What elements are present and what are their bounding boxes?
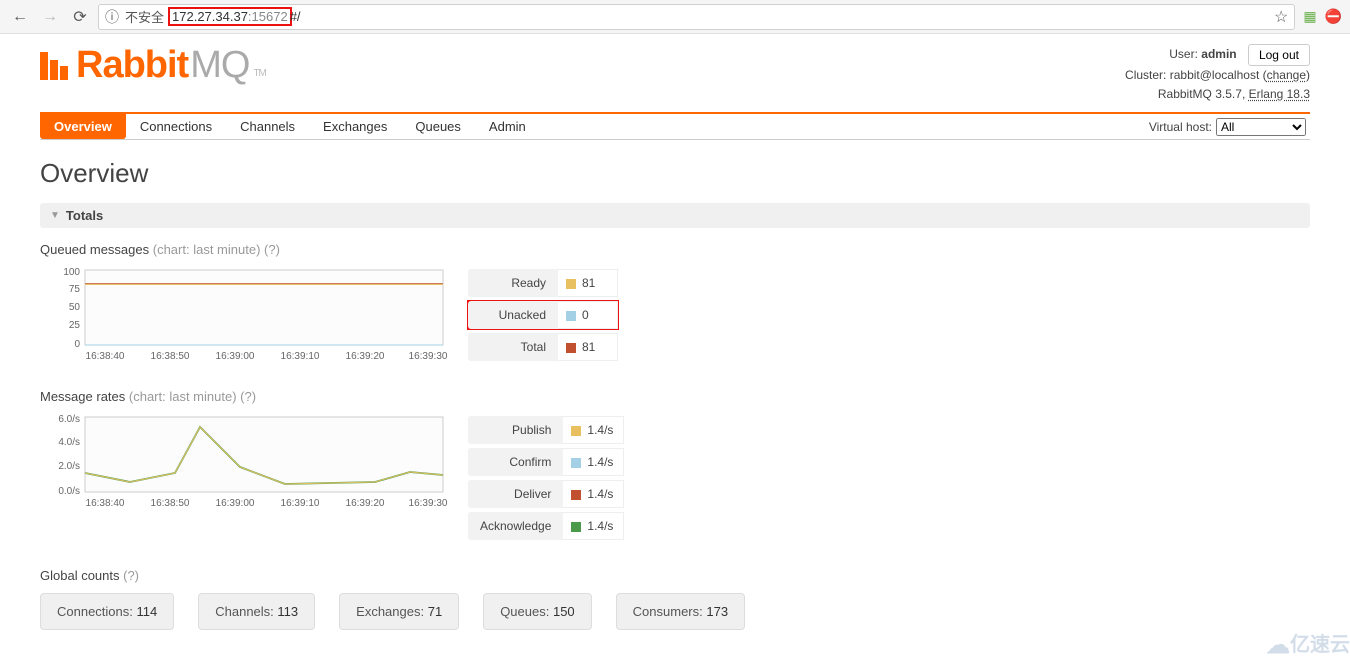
count-exchanges[interactable]: Exchanges: 71 (339, 593, 459, 630)
svg-text:16:38:40: 16:38:40 (86, 351, 125, 362)
queued-legend: Ready 81 Unacked 0 Total 81 (468, 265, 618, 365)
tab-admin[interactable]: Admin (475, 114, 540, 139)
swatch-icon (571, 522, 581, 532)
svg-text:16:39:10: 16:39:10 (281, 498, 320, 509)
svg-text:50: 50 (69, 302, 81, 313)
svg-text:16:39:00: 16:39:00 (216, 498, 255, 509)
svg-text:16:39:00: 16:39:00 (216, 351, 255, 362)
svg-text:75: 75 (69, 284, 81, 295)
swatch-icon (566, 343, 576, 353)
extension-icon[interactable]: ▦ (1303, 8, 1316, 25)
global-counts-heading: Global counts (?) (40, 568, 1310, 583)
legend-deliver[interactable]: Deliver 1.4/s (468, 480, 624, 508)
swatch-icon (571, 426, 581, 436)
message-rates-chart: 6.0/s 4.0/s 2.0/s 0.0/s 16:38:40 16:38:5… (40, 412, 450, 512)
svg-text:16:39:20: 16:39:20 (346, 498, 385, 509)
tab-channels[interactable]: Channels (226, 114, 309, 139)
legend-acknowledge[interactable]: Acknowledge 1.4/s (468, 512, 624, 540)
forward-button[interactable]: → (38, 5, 62, 29)
browser-toolbar: ← → ⟳ ⓘ 不安全 172.27.34.37:15672 #/ ☆ ▦ ⛔ (0, 0, 1350, 34)
swatch-icon (566, 279, 576, 289)
swatch-icon (566, 311, 576, 321)
legend-confirm[interactable]: Confirm 1.4/s (468, 448, 624, 476)
svg-text:2.0/s: 2.0/s (58, 461, 80, 472)
message-rates-heading: Message rates (chart: last minute) (?) (40, 389, 1310, 404)
svg-text:100: 100 (63, 267, 80, 278)
logo-mark-icon (40, 52, 68, 80)
header-info: User: admin Log out Cluster: rabbit@loca… (1125, 44, 1310, 104)
adblock-icon[interactable]: ⛔ (1325, 8, 1342, 25)
insecure-label: 不安全 (125, 7, 164, 26)
rabbitmq-logo: RabbitMQ TM (40, 44, 266, 87)
svg-text:16:39:30: 16:39:30 (409, 498, 448, 509)
count-queues[interactable]: Queues: 150 (483, 593, 591, 630)
help-icon[interactable]: (?) (123, 568, 139, 583)
chevron-down-icon: ▼ (50, 210, 60, 221)
page-title: Overview (40, 158, 1310, 189)
vhost-label: Virtual host: (1149, 120, 1212, 134)
cloud-icon: ☁ (1266, 632, 1290, 659)
count-consumers[interactable]: Consumers: 173 (616, 593, 745, 630)
tab-connections[interactable]: Connections (126, 114, 226, 139)
cluster-name: rabbit@localhost (1170, 68, 1260, 82)
help-icon[interactable]: (?) (240, 389, 256, 404)
current-user: admin (1201, 47, 1236, 61)
count-channels[interactable]: Channels: 113 (198, 593, 315, 630)
svg-text:16:38:50: 16:38:50 (151, 351, 190, 362)
site-info-icon[interactable]: ⓘ (105, 7, 119, 27)
rabbitmq-version: 3.5.7 (1215, 87, 1242, 101)
queued-messages-heading: Queued messages (chart: last minute) (?) (40, 242, 1310, 257)
watermark: ☁亿速云 (1266, 628, 1350, 660)
svg-text:16:39:30: 16:39:30 (409, 351, 448, 362)
legend-total[interactable]: Total 81 (468, 333, 618, 361)
help-icon[interactable]: (?) (264, 242, 280, 257)
section-totals-toggle[interactable]: ▼ Totals (40, 203, 1310, 228)
svg-text:25: 25 (69, 320, 81, 331)
queued-messages-chart: 100 75 50 25 0 16:38:40 16:38:50 16:39:0… (40, 265, 450, 365)
logout-button[interactable]: Log out (1248, 44, 1310, 66)
svg-text:16:38:40: 16:38:40 (86, 498, 125, 509)
change-cluster-link[interactable]: change (1267, 68, 1306, 82)
back-button[interactable]: ← (8, 5, 32, 29)
svg-text:0: 0 (74, 339, 80, 350)
swatch-icon (571, 490, 581, 500)
tab-overview[interactable]: Overview (40, 114, 126, 139)
reload-button[interactable]: ⟳ (68, 5, 92, 29)
swatch-icon (571, 458, 581, 468)
legend-unacked[interactable]: Unacked 0 (468, 301, 618, 329)
main-tabs: Overview Connections Channels Exchanges … (40, 112, 1310, 140)
url-text: 172.27.34.37:15672 #/ (170, 7, 301, 26)
svg-text:0.0/s: 0.0/s (58, 486, 80, 497)
tab-queues[interactable]: Queues (401, 114, 475, 139)
address-bar[interactable]: ⓘ 不安全 172.27.34.37:15672 #/ ☆ (98, 4, 1295, 30)
rates-legend: Publish 1.4/s Confirm 1.4/s Deliver 1.4/… (468, 412, 624, 544)
erlang-version-link[interactable]: Erlang 18.3 (1249, 87, 1310, 101)
legend-publish[interactable]: Publish 1.4/s (468, 416, 624, 444)
tab-exchanges[interactable]: Exchanges (309, 114, 401, 139)
bookmark-star-icon[interactable]: ☆ (1274, 7, 1288, 27)
svg-text:16:39:20: 16:39:20 (346, 351, 385, 362)
vhost-select[interactable]: All (1216, 118, 1306, 136)
svg-text:4.0/s: 4.0/s (58, 437, 80, 448)
svg-text:6.0/s: 6.0/s (58, 414, 80, 425)
svg-text:16:39:10: 16:39:10 (281, 351, 320, 362)
legend-ready[interactable]: Ready 81 (468, 269, 618, 297)
count-connections[interactable]: Connections: 114 (40, 593, 174, 630)
svg-text:16:38:50: 16:38:50 (151, 498, 190, 509)
